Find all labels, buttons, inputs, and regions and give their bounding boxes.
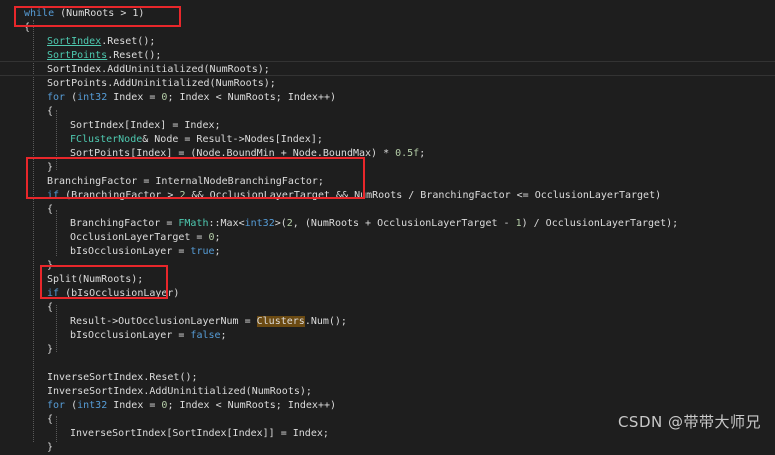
- code-token: {: [47, 302, 54, 313]
- code-line[interactable]: SortIndex.AddUninitialized(NumRoots);: [47, 63, 270, 77]
- red-annotation-box: [26, 157, 365, 199]
- code-token: >(: [274, 218, 287, 229]
- code-token: SortIndex[Index] = Index;: [70, 120, 221, 131]
- code-line[interactable]: OcclusionLayerTarget = 0;: [70, 231, 221, 245]
- code-token: {: [47, 204, 54, 215]
- code-token: ;: [220, 330, 227, 341]
- code-line[interactable]: InverseSortIndex.AddUninitialized(NumRoo…: [47, 385, 312, 399]
- indent-guide: [56, 305, 57, 352]
- code-token: ) / OcclusionLayerTarget);: [521, 218, 679, 229]
- code-token: BranchingFactor =: [70, 218, 179, 229]
- code-token: .Reset();: [101, 36, 156, 47]
- code-token: ::Max<: [208, 218, 245, 229]
- code-token: {: [47, 414, 54, 425]
- code-token: Result->OutOcclusionLayerNum =: [70, 316, 257, 327]
- code-line[interactable]: InverseSortIndex.Reset();: [47, 371, 198, 385]
- red-annotation-box: [40, 265, 168, 299]
- red-annotation-box: [14, 6, 181, 27]
- code-token: Index =: [107, 92, 162, 103]
- code-line[interactable]: SortPoints.Reset();: [47, 49, 161, 63]
- code-token: int32: [77, 92, 108, 103]
- code-line[interactable]: for (int32 Index = 0; Index < NumRoots; …: [47, 399, 336, 413]
- code-token: InverseSortIndex.Reset();: [47, 372, 198, 383]
- code-token: .Num();: [304, 316, 347, 327]
- code-token: SortPoints: [47, 50, 108, 61]
- code-token: for: [47, 400, 66, 411]
- code-token: Index =: [107, 400, 162, 411]
- code-editor[interactable]: while (NumRoots > 1){SortIndex.Reset(); S…: [0, 0, 775, 453]
- code-line[interactable]: SortPoints.AddUninitialized(NumRoots);: [47, 77, 276, 91]
- code-line[interactable]: bIsOcclusionLayer = false;: [70, 329, 227, 343]
- code-line[interactable]: BranchingFactor = FMath::Max<int32>(2, (…: [70, 217, 678, 231]
- code-token: int32: [244, 218, 275, 229]
- code-token: (: [65, 400, 78, 411]
- code-token: bIsOcclusionLayer =: [70, 246, 191, 257]
- indent-guide: [33, 20, 34, 442]
- code-line[interactable]: bIsOcclusionLayer = true;: [70, 245, 221, 259]
- code-token: 0.5f: [395, 148, 420, 159]
- code-token: & Node = Result->Nodes[Index];: [142, 134, 323, 145]
- indent-guide: [56, 210, 57, 256]
- code-token: ;: [214, 232, 221, 243]
- code-token: SortIndex.AddUninitialized(NumRoots);: [47, 64, 270, 75]
- csdn-watermark: CSDN @带带大师兄: [617, 413, 761, 431]
- code-token: InverseSortIndex.AddUninitialized(NumRoo…: [47, 386, 312, 397]
- code-line[interactable]: SortIndex.Reset();: [47, 35, 155, 49]
- code-token: .Reset();: [107, 50, 162, 61]
- code-token: SortPoints.AddUninitialized(NumRoots);: [47, 78, 276, 89]
- code-token: {: [47, 106, 54, 117]
- code-line[interactable]: FClusterNode& Node = Result->Nodes[Index…: [70, 133, 323, 147]
- code-token: }: [47, 442, 54, 453]
- code-token: InverseSortIndex[SortIndex[Index]] = Ind…: [70, 428, 329, 439]
- code-token: ;: [419, 148, 426, 159]
- code-token: false: [190, 330, 221, 341]
- indent-guide: [56, 416, 57, 442]
- code-token: ; Index < NumRoots; Index++): [167, 92, 337, 103]
- code-token: }: [47, 344, 54, 355]
- code-token: SortIndex: [47, 36, 102, 47]
- code-token: Clusters: [256, 316, 305, 327]
- code-line[interactable]: Result->OutOcclusionLayerNum = Clusters.…: [70, 315, 347, 329]
- code-line[interactable]: InverseSortIndex[SortIndex[Index]] = Ind…: [70, 427, 329, 441]
- code-line[interactable]: SortIndex[Index] = Index;: [70, 119, 221, 133]
- code-token: FClusterNode: [70, 134, 143, 145]
- code-token: bIsOcclusionLayer =: [70, 330, 191, 341]
- code-line[interactable]: {: [47, 301, 53, 315]
- code-line[interactable]: {: [47, 413, 53, 427]
- code-line[interactable]: for (int32 Index = 0; Index < NumRoots; …: [47, 91, 336, 105]
- code-token: OcclusionLayerTarget =: [70, 232, 209, 243]
- code-token: , (NumRoots + OcclusionLayerTarget -: [292, 218, 516, 229]
- code-token: for: [47, 92, 66, 103]
- code-line[interactable]: {: [47, 203, 53, 217]
- code-token: (: [65, 92, 78, 103]
- code-token: ;: [214, 246, 221, 257]
- code-token: true: [190, 246, 215, 257]
- code-token: int32: [77, 400, 108, 411]
- code-line[interactable]: }: [47, 441, 53, 455]
- code-line[interactable]: }: [47, 343, 53, 357]
- code-token: FMath: [178, 218, 209, 229]
- code-token: ; Index < NumRoots; Index++): [167, 400, 337, 411]
- code-line[interactable]: {: [47, 105, 53, 119]
